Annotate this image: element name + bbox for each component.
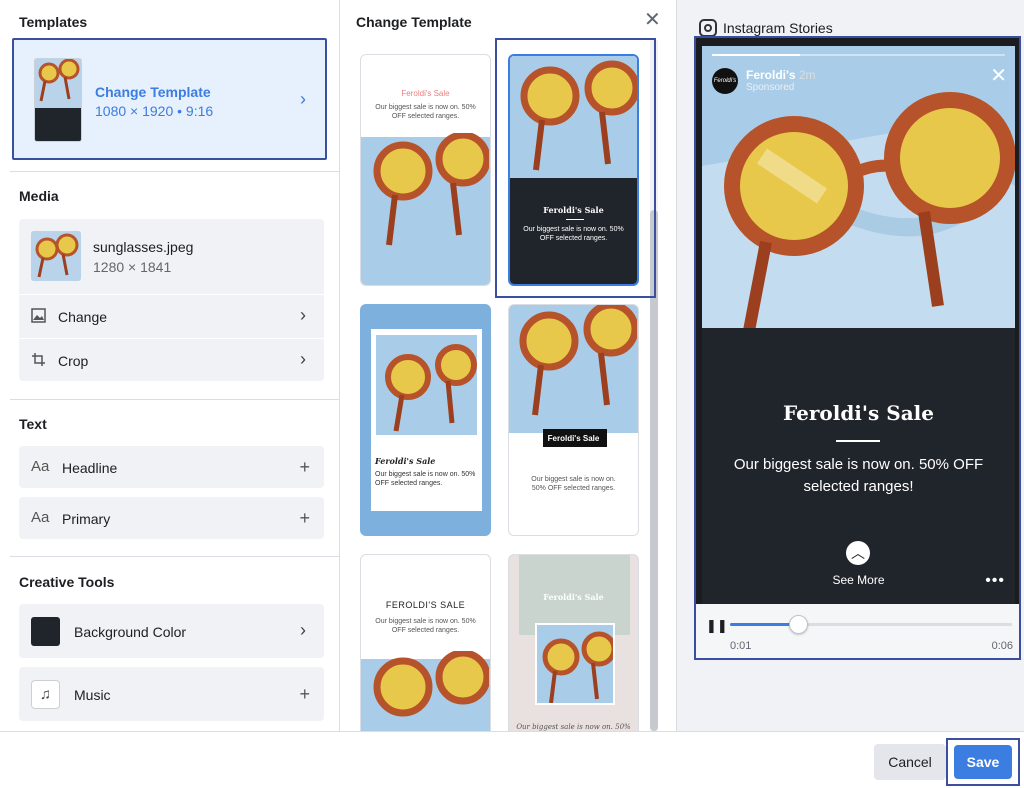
template-body: Our biggest sale is now on. 50% OFF sele… bbox=[375, 618, 476, 634]
templates-section-title: Templates bbox=[19, 14, 88, 30]
template-body: Our biggest sale is now on. 50% bbox=[516, 723, 631, 731]
save-button[interactable]: Save bbox=[954, 745, 1012, 779]
template-heading: Feroldi's Sale bbox=[375, 456, 436, 466]
template-body: Our biggest sale is now on. 50% OFF sele… bbox=[531, 476, 616, 492]
template-heading: Feroldi's Sale bbox=[543, 205, 604, 215]
story-close-icon[interactable]: ✕ bbox=[990, 66, 1007, 86]
preview-panel: Instagram Stories Feroldi's Feroldi's 2m… bbox=[677, 0, 1024, 731]
footer-bar: Cancel Save bbox=[0, 731, 1024, 788]
music-label: Music bbox=[74, 687, 111, 703]
pause-icon[interactable]: ❚❚ bbox=[706, 618, 728, 634]
music-note-icon: ♫ bbox=[31, 680, 60, 709]
chevron-right-icon: › bbox=[300, 89, 306, 109]
primary-text-item[interactable]: Aa Primary + bbox=[19, 497, 324, 539]
media-thumbnail bbox=[31, 231, 81, 281]
template-heading: Feroldi's Sale bbox=[543, 592, 604, 602]
section-divider bbox=[10, 171, 339, 172]
chevron-right-icon: › bbox=[300, 620, 306, 640]
sunglasses-image bbox=[542, 631, 613, 703]
text-section-title: Text bbox=[19, 416, 47, 432]
media-change-button[interactable]: Change › bbox=[19, 295, 324, 339]
video-player-controls: ❚❚ 0:01 0:06 bbox=[696, 604, 1019, 658]
change-template-card[interactable]: Change Template 1080 × 1920 • 9:16 › bbox=[12, 38, 327, 160]
instagram-icon bbox=[699, 19, 717, 37]
media-change-label: Change bbox=[58, 309, 108, 325]
story-progress-bar bbox=[712, 54, 1005, 56]
media-section-title: Media bbox=[19, 188, 59, 204]
story-preview-frame: Feroldi's Feroldi's 2m Sponsored ✕ Ferol… bbox=[694, 36, 1021, 660]
template-card-title: Change Template bbox=[95, 84, 211, 100]
story-body-text: Our biggest sale is now on. 50% OFF sele… bbox=[733, 456, 984, 495]
sunglasses-image bbox=[519, 305, 637, 416]
chevron-right-icon: › bbox=[300, 349, 306, 369]
text-aa-icon: Aa bbox=[31, 509, 50, 526]
account-avatar: Feroldi's bbox=[712, 68, 738, 94]
template-heading: FEROLDI'S SALE bbox=[385, 600, 466, 610]
plus-icon[interactable]: + bbox=[299, 509, 310, 527]
sunglasses-image bbox=[373, 651, 489, 717]
sunglasses-media-image bbox=[31, 231, 81, 281]
sunglasses-image bbox=[373, 133, 489, 246]
playback-duration: 0:06 bbox=[991, 640, 1013, 652]
headline-item[interactable]: Aa Headline + bbox=[19, 446, 324, 488]
playback-current-time: 0:01 bbox=[730, 640, 752, 652]
chevron-up-icon[interactable]: ︿ bbox=[846, 541, 870, 565]
account-name: Feroldi's 2m bbox=[746, 68, 816, 82]
media-dimensions: 1280 × 1841 bbox=[93, 259, 172, 275]
sunglasses-thumb-image bbox=[38, 59, 80, 102]
template-option-4[interactable]: Feroldi's Sale Our biggest sale is now o… bbox=[508, 304, 639, 536]
story-preview: Feroldi's Feroldi's 2m Sponsored ✕ Ferol… bbox=[702, 46, 1015, 604]
headline-label: Headline bbox=[62, 460, 118, 476]
template-heading: Feroldi's Sale bbox=[401, 89, 450, 98]
template-body: Our biggest sale is now on. 50% OFF sele… bbox=[523, 226, 624, 242]
playback-scrubber[interactable] bbox=[788, 615, 808, 634]
template-option-5[interactable]: FEROLDI'S SALE Our biggest sale is now o… bbox=[360, 554, 491, 731]
section-divider bbox=[10, 399, 339, 400]
chevron-right-icon: › bbox=[300, 305, 306, 325]
more-options-icon[interactable]: ••• bbox=[985, 572, 1005, 590]
ad-template-editor: Templates Change Template 1080 × 1920 • … bbox=[0, 0, 1024, 788]
music-item[interactable]: ♫ Music + bbox=[19, 667, 324, 721]
cancel-button[interactable]: Cancel bbox=[874, 744, 946, 780]
template-thumbnail bbox=[34, 58, 82, 142]
template-option-2-selected[interactable]: Feroldi's Sale Our biggest sale is now o… bbox=[508, 54, 639, 286]
text-aa-icon: Aa bbox=[31, 458, 50, 475]
left-panel: Templates Change Template 1080 × 1920 • … bbox=[0, 0, 340, 731]
plus-icon[interactable]: + bbox=[299, 685, 310, 703]
sunglasses-image bbox=[385, 344, 477, 432]
background-color-swatch[interactable] bbox=[31, 617, 60, 646]
playback-track[interactable] bbox=[730, 623, 1012, 626]
headline-divider bbox=[836, 440, 880, 442]
template-option-3[interactable]: Feroldi's Sale Our biggest sale is now o… bbox=[360, 304, 491, 536]
sponsored-label: Sponsored bbox=[746, 82, 795, 93]
template-picker-title: Change Template bbox=[356, 14, 472, 30]
template-body: Our biggest sale is now on. 50% OFF sele… bbox=[375, 471, 476, 487]
template-heading: Feroldi's Sale bbox=[547, 434, 600, 443]
media-crop-label: Crop bbox=[58, 353, 89, 369]
story-headline: Feroldi's Sale bbox=[783, 401, 934, 425]
media-filename: sunglasses.jpeg bbox=[93, 239, 194, 255]
media-crop-button[interactable]: Crop › bbox=[19, 339, 324, 381]
crop-icon bbox=[31, 352, 46, 370]
see-more-cta[interactable]: See More bbox=[702, 573, 1015, 587]
template-body: Our biggest sale is now on. 50% OFF sele… bbox=[375, 104, 476, 120]
template-picker-panel: Change Template ✕ Feroldi's Sale Our big… bbox=[340, 0, 677, 731]
close-icon[interactable]: ✕ bbox=[644, 10, 661, 30]
plus-icon[interactable]: + bbox=[299, 458, 310, 476]
creative-tools-title: Creative Tools bbox=[19, 574, 115, 590]
sunglasses-image bbox=[520, 60, 637, 171]
template-option-1[interactable]: Feroldi's Sale Our biggest sale is now o… bbox=[360, 54, 491, 286]
save-button-highlight: Save bbox=[946, 738, 1020, 786]
section-divider bbox=[10, 556, 339, 557]
preview-platform-label: Instagram Stories bbox=[723, 20, 833, 36]
background-color-label: Background Color bbox=[74, 624, 187, 640]
image-icon bbox=[31, 308, 46, 326]
primary-label: Primary bbox=[62, 511, 111, 527]
template-option-6[interactable]: Feroldi's Sale Our biggest sale is now o… bbox=[508, 554, 639, 731]
template-card-dims: 1080 × 1920 • 9:16 bbox=[95, 103, 214, 119]
background-color-item[interactable]: Background Color › bbox=[19, 604, 324, 658]
